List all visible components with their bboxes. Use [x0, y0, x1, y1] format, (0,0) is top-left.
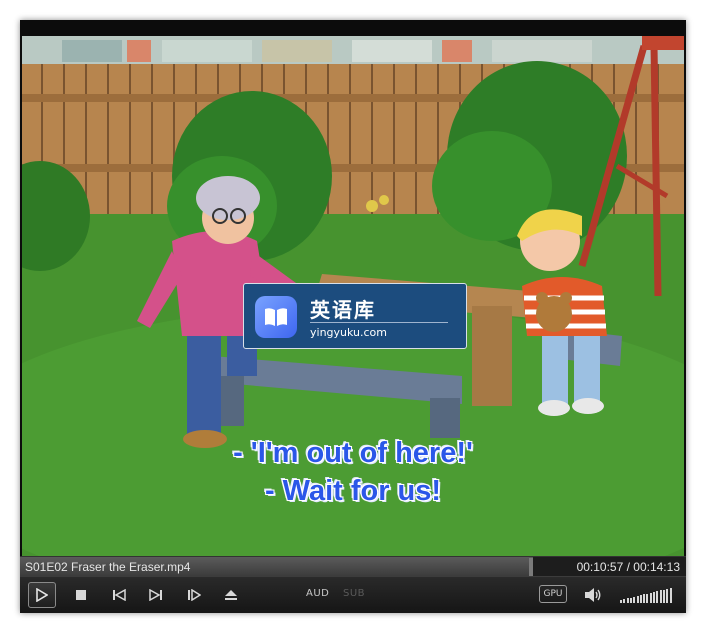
- eject-icon: [225, 590, 237, 600]
- play-button[interactable]: [28, 582, 56, 608]
- volume-bar: [620, 600, 622, 603]
- frame-step-button[interactable]: [185, 586, 203, 604]
- info-bar[interactable]: S01E02 Fraser the Eraser.mp4 00:10:57 / …: [20, 556, 686, 577]
- volume-bar: [662, 589, 665, 603]
- volume-bar: [626, 598, 629, 603]
- gpu-toggle[interactable]: GPU: [539, 585, 567, 603]
- volume-bar: [653, 592, 655, 603]
- control-bar: AUD SUB GPU: [20, 576, 686, 613]
- book-icon: [255, 296, 297, 338]
- volume-bar: [656, 591, 659, 603]
- mute-button[interactable]: [584, 586, 602, 604]
- subtitle-line-1: - 'I'm out of here!': [233, 437, 473, 469]
- subtitle-line-2: - Wait for us!: [264, 475, 442, 507]
- volume-bar: [643, 594, 646, 603]
- volume-bar: [623, 599, 626, 603]
- volume-bar: [669, 588, 672, 603]
- volume-bar: [629, 597, 632, 603]
- volume-bar: [646, 593, 649, 603]
- next-icon: [149, 589, 162, 601]
- next-button[interactable]: [147, 586, 165, 604]
- volume-bar: [659, 590, 662, 603]
- time-readout: 00:10:57 / 00:14:13: [576, 560, 680, 574]
- video-area[interactable]: - 'I'm out of here!' - Wait for us! 英语库 …: [22, 36, 684, 556]
- volume-slider[interactable]: [620, 587, 674, 603]
- watermark-logo: 英语库 yingyuku.com: [243, 283, 467, 349]
- volume-bar: [633, 596, 636, 603]
- volume-bar: [649, 592, 652, 603]
- seek-handle[interactable]: [529, 558, 533, 576]
- frame-step-icon: [188, 589, 201, 601]
- media-player-window: - 'I'm out of here!' - Wait for us! 英语库 …: [20, 20, 686, 613]
- stop-button[interactable]: [72, 586, 90, 604]
- volume-bar: [636, 596, 639, 603]
- volume-bar: [639, 595, 642, 603]
- previous-icon: [113, 589, 126, 601]
- volume-bar: [666, 588, 669, 603]
- subtitle-overlay: - 'I'm out of here!' - Wait for us!: [22, 434, 684, 510]
- watermark-divider: [310, 322, 448, 323]
- subtitle-track-button[interactable]: SUB: [343, 588, 365, 599]
- watermark-url: yingyuku.com: [310, 326, 387, 339]
- watermark-name: 英语库: [310, 298, 376, 322]
- play-icon: [36, 588, 48, 602]
- previous-button[interactable]: [110, 586, 128, 604]
- audio-track-button[interactable]: AUD: [306, 588, 329, 599]
- eject-button[interactable]: [222, 586, 240, 604]
- stop-icon: [76, 590, 86, 600]
- speaker-icon: [585, 588, 601, 602]
- file-name: S01E02 Fraser the Eraser.mp4: [25, 560, 191, 574]
